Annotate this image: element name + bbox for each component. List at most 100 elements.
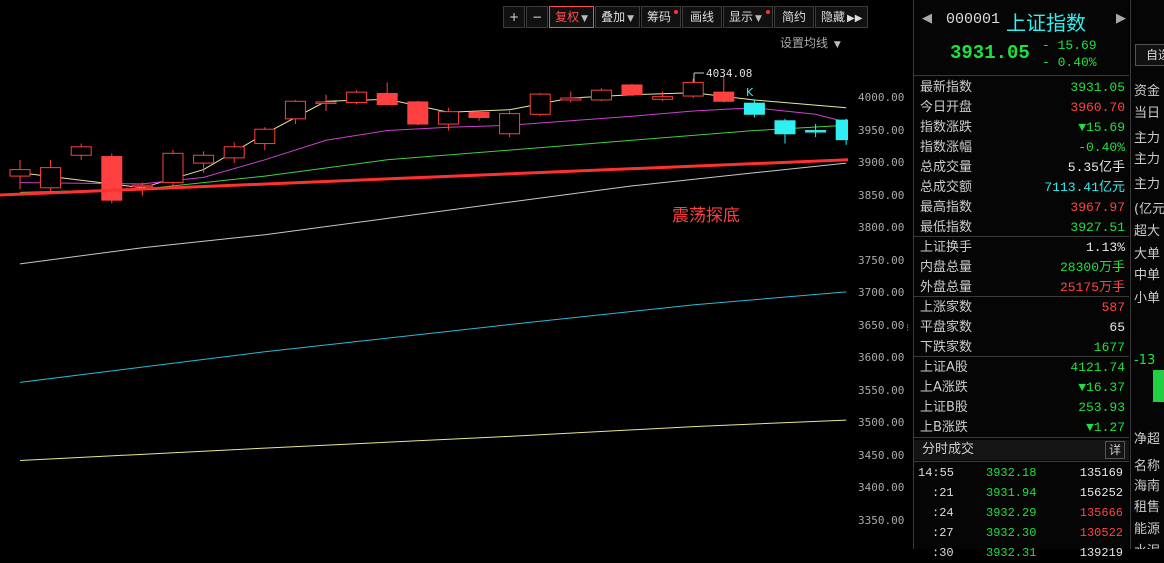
stat-value: ▼15.69 [1078,120,1125,135]
fund-flow-item: 海南 [1134,479,1161,494]
candle-body[interactable] [713,91,735,102]
candle-body[interactable] [835,119,848,141]
candle-body[interactable] [346,91,368,104]
kline-chart-panel[interactable]: + − 复权 ▼ 叠加 ▼ 筹码 画线 显示 ▼ 简约 隐藏 ▶▶ 设置均线 ▼ 403… [0,0,869,549]
tick-row: :27 3932.30 130522 [914,523,1129,543]
fund-flow-item: 超大 [1134,224,1161,239]
stat-label: 指数涨幅 [920,140,973,155]
candle-body[interactable] [223,146,245,159]
candle-body[interactable] [284,100,306,120]
symbol-code: 000001 [946,11,1001,28]
tick-price: 3931.94 [986,486,1037,500]
stat-label: 下跌家数 [920,340,973,355]
candle-body[interactable] [529,93,551,115]
tick-time: :27 [932,526,954,540]
fund-flow-item: 中单 [1134,268,1161,283]
stat-value: -0.40% [1078,140,1125,155]
stat-row: 总成交额 7113.41亿元 [914,178,1129,198]
stat-row: 最新指数 3931.05 [914,78,1129,98]
stat-row: 外盘总量 25175万手 [914,278,1129,298]
stat-row: 平盘家数 65 [914,318,1129,338]
candle-body[interactable] [774,120,796,135]
candle-body[interactable] [70,146,92,156]
candle-body[interactable] [499,113,521,135]
candle-body[interactable] [682,81,704,97]
candle-body[interactable] [805,130,827,133]
add-self-select-button[interactable]: 自选 [1135,44,1164,66]
stat-label: 上证A股 [920,360,968,375]
candle-body[interactable] [590,89,612,101]
price-axis-tick: 3450.00 [858,448,905,462]
candle-body[interactable] [101,156,123,201]
candle-body[interactable] [621,84,643,96]
candle-body[interactable] [652,96,674,100]
candle-body[interactable] [468,111,490,119]
divider [914,437,1129,438]
stat-row: 最低指数 3927.51 [914,218,1129,238]
last-price: 3931.05 [950,42,1030,64]
axis-drag-handle-icon[interactable]: ⁝ [906,323,909,334]
tick-price: 3932.29 [986,506,1037,520]
candle-body[interactable] [407,101,429,125]
candle-body[interactable] [9,169,31,177]
stat-label: 总成交量 [920,160,973,175]
stat-row: 上证换手 1.13% [914,238,1129,258]
candle-body[interactable] [437,111,459,125]
tick-row: 14:55 3932.18 135169 [914,463,1129,483]
next-symbol-icon[interactable]: ▶ [1116,11,1126,26]
fund-flow-item: 大单 [1134,247,1161,262]
stat-row: 最高指数 3967.97 [914,198,1129,218]
price-axis-tick: 3700.00 [858,286,905,300]
candle-body[interactable] [162,152,184,184]
k-label: K [746,86,754,99]
stat-label: 内盘总量 [920,260,973,275]
candle-body[interactable] [560,97,582,101]
tick-list-title: 分时成交 [922,442,975,457]
tick-row: :24 3932.29 135666 [914,503,1129,523]
tick-time: :30 [932,546,954,560]
symbol-name: 上证指数 [1006,11,1086,35]
fund-flow-item: 主力 [1134,152,1161,167]
fund-flow-item: 主力 [1134,131,1161,146]
candle-body[interactable] [193,154,215,164]
price-axis-tick: 3800.00 [858,221,905,235]
tick-row: :21 3931.94 156252 [914,483,1129,503]
stat-value: 7113.41亿元 [1044,180,1125,195]
price-change: - 15.69 [1042,38,1097,53]
fund-flow-item: 主力 [1134,177,1161,192]
stat-row: 上证A股 4121.74 [914,358,1129,378]
stat-label: 平盘家数 [920,320,973,335]
candle-body[interactable] [131,184,153,188]
price-axis-tick: 3650.00 [858,318,905,332]
moving-average-line [19,419,847,461]
fund-flow-item: 小单 [1134,291,1161,306]
stat-label: 上证换手 [920,240,973,255]
stat-label: 总成交额 [920,180,973,195]
divider [914,356,1129,357]
stat-row: 指数涨幅 -0.40% [914,138,1129,158]
tick-detail-button[interactable]: 详 [1104,441,1125,459]
divider [914,296,1129,297]
tick-time: 14:55 [918,466,955,480]
stat-value: ▼1.27 [1085,420,1125,435]
stat-row: 上B涨跌 ▼1.27 [914,418,1129,438]
stat-row: 上证B股 253.93 [914,398,1129,418]
price-axis-tick: 3400.00 [858,481,905,495]
price-change-pct: - 0.40% [1042,55,1097,70]
candle-body[interactable] [254,128,276,145]
fund-flow-item: 能源 [1134,522,1161,537]
stat-row: 上涨家数 587 [914,298,1129,318]
fund-flow-item: 净超 [1134,432,1161,447]
add-self-select-label: 自选 [1146,48,1164,62]
candle-body[interactable] [743,102,765,115]
fund-flow-item: 当日 [1134,106,1161,121]
prev-symbol-icon[interactable]: ◀ [922,11,932,26]
tick-list-header: 分时成交 详 [914,440,1129,460]
tick-volume: 135666 [1079,506,1123,520]
candle-body[interactable] [315,101,337,104]
price-axis: 4000.00 3950.00 3900.00 3850.00 3800.00 3750.… [848,0,910,549]
tick-price: 3932.18 [986,466,1037,480]
candle-body[interactable] [40,167,62,189]
stat-label: 最新指数 [920,80,973,95]
candle-body[interactable] [376,92,398,106]
